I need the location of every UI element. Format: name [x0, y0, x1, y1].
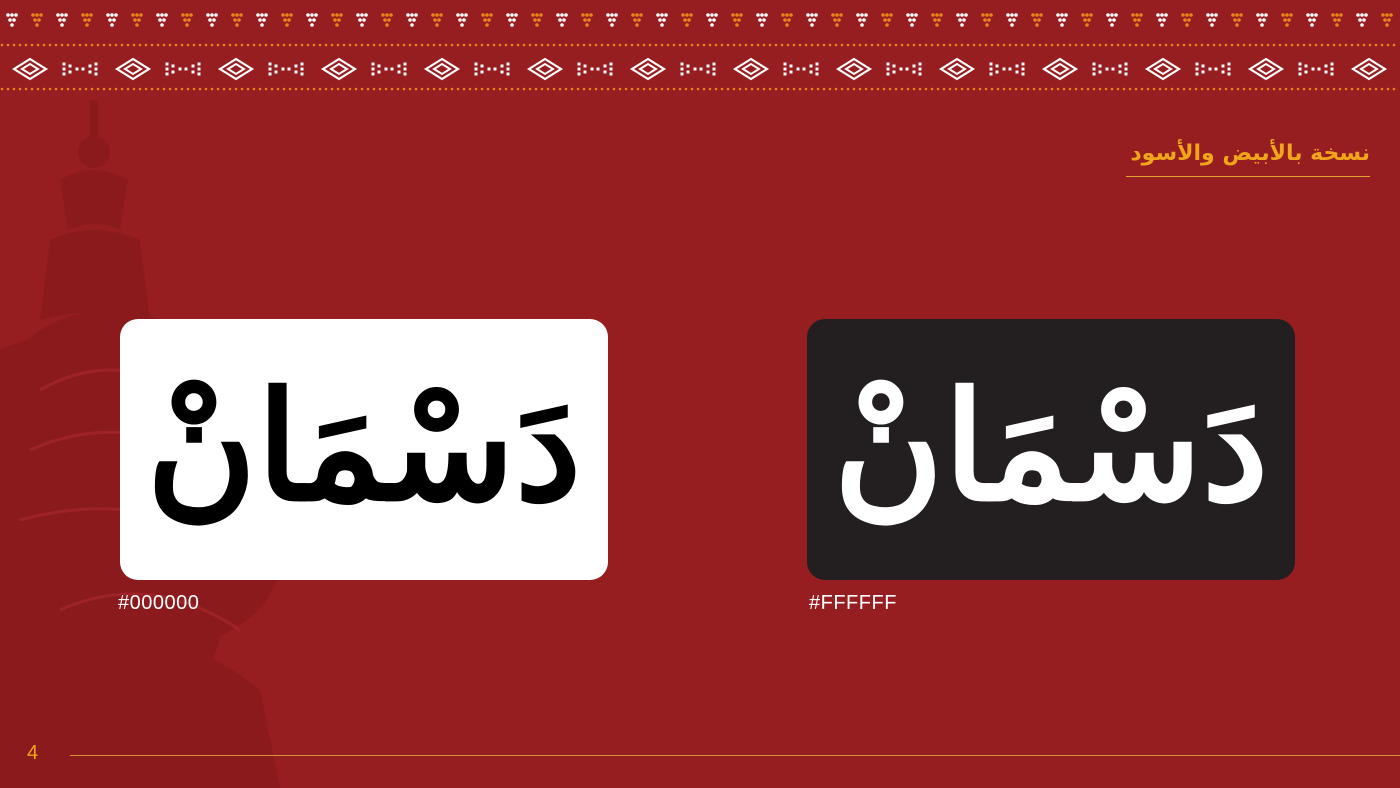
- color-hex-label-black: #000000: [118, 592, 200, 614]
- dotted-divider-line-top: [0, 43, 1396, 47]
- logo-wordmark-white: دَسْمَانْ: [833, 358, 1269, 535]
- page-number: 4: [27, 742, 39, 764]
- logo-card-black: دَسْمَانْ: [807, 319, 1295, 580]
- diamond-pattern-row: [11, 57, 1388, 81]
- color-hex-label-white: #FFFFFF: [809, 592, 897, 614]
- footer-divider: [70, 755, 1400, 756]
- section-title: نسخة بالأبيض والأسود: [1126, 138, 1370, 177]
- logo-card-white: دَسْمَانْ: [120, 319, 608, 580]
- triangle-dot-pattern-row: [6, 13, 1393, 27]
- decorative-border-band: [0, 13, 1396, 91]
- logo-wordmark-black: دَسْمَانْ: [146, 358, 582, 535]
